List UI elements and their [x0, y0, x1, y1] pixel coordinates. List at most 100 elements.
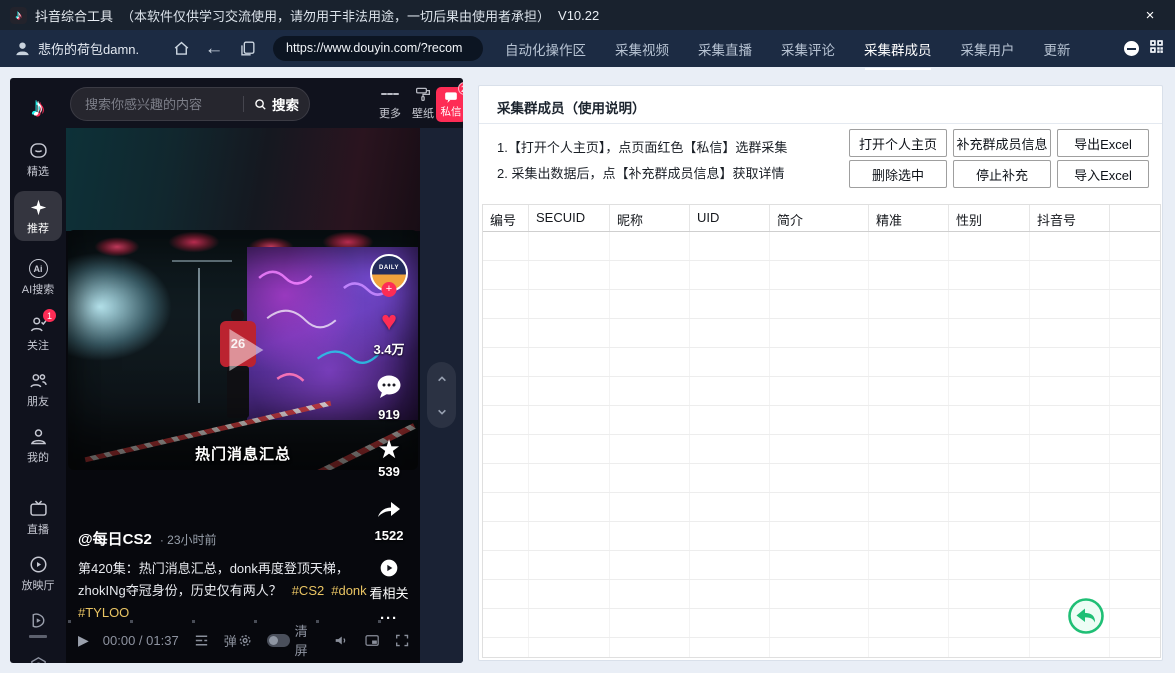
clear-screen-toggle[interactable]: 清屏	[267, 621, 319, 659]
chevron-down-icon[interactable]	[434, 404, 450, 420]
table-cell	[483, 609, 529, 637]
pip-icon[interactable]	[364, 632, 380, 649]
messages-button[interactable]: 21 私信	[436, 87, 463, 122]
minimize-icon[interactable]	[1124, 41, 1139, 56]
import-excel-button[interactable]: 导入Excel	[1057, 160, 1149, 188]
column-header[interactable]: SECUID	[529, 205, 610, 231]
column-header[interactable]: 编号	[483, 205, 529, 231]
follow-plus-icon[interactable]: +	[382, 282, 397, 297]
tab-collect-comments[interactable]: 采集评论	[781, 34, 835, 64]
table-row[interactable]	[483, 551, 1160, 580]
tv-icon	[28, 498, 49, 519]
table-cell	[1110, 609, 1160, 637]
sidebar-item-live[interactable]: 直播	[14, 498, 62, 537]
like-heart-icon[interactable]: ♥	[381, 306, 397, 337]
table-row[interactable]	[483, 319, 1160, 348]
delete-selected-button[interactable]: 删除选中	[849, 160, 947, 188]
sidebar-item-friends[interactable]: 朋友	[14, 370, 62, 409]
search-input[interactable]	[85, 97, 234, 112]
sidebar-item-mini-app[interactable]	[14, 610, 62, 638]
table-row[interactable]	[483, 580, 1160, 609]
search-divider	[243, 96, 244, 112]
open-profile-button[interactable]: 打开个人主页	[849, 129, 947, 157]
table-cell	[610, 377, 690, 405]
hashtag[interactable]: #donk	[331, 583, 366, 598]
tab-collect-users[interactable]: 采集用户	[961, 34, 1015, 64]
column-header[interactable]: 昵称	[610, 205, 690, 231]
playlist-icon[interactable]	[193, 632, 210, 649]
address-bar[interactable]: https://www.douyin.com/?recom	[273, 36, 483, 61]
sidebar-item-recommend[interactable]: 推荐	[14, 191, 62, 241]
chevron-up-icon[interactable]	[434, 371, 450, 387]
settings-gear-icon[interactable]	[237, 632, 253, 649]
table-cell	[610, 609, 690, 637]
table-row[interactable]	[483, 406, 1160, 435]
column-header[interactable]: 性别	[949, 205, 1030, 231]
home-icon[interactable]	[170, 38, 192, 60]
app-disclaimer: （本软件仅供学习交流使用，请勿用于非法用途，一切后果由使用者承担）	[121, 6, 550, 25]
table-row[interactable]	[483, 638, 1160, 658]
column-header[interactable]: 抖音号	[1030, 205, 1110, 231]
hashtag[interactable]: #CS2	[292, 583, 325, 598]
table-row[interactable]	[483, 464, 1160, 493]
table-cell	[1110, 232, 1160, 260]
table-header-row: 编号SECUID昵称UID简介精准性别抖音号	[483, 205, 1160, 232]
sidebar-item-creator[interactable]	[14, 655, 62, 663]
sidebar-item-featured[interactable]: 精选	[14, 140, 62, 179]
tab-collect-live[interactable]: 采集直播	[698, 34, 752, 64]
account-info[interactable]: 悲伤的荷包damn.	[14, 39, 170, 58]
sidebar-item-following[interactable]: 1 关注	[14, 314, 62, 353]
stop-fill-button[interactable]: 停止补充	[953, 160, 1051, 188]
sidebar-item-ai-search[interactable]: Ai AI搜索	[14, 258, 62, 297]
sidebar-item-profile[interactable]: 我的	[14, 426, 62, 465]
sidebar-item-label: 朋友	[27, 393, 49, 409]
qr-code-icon[interactable]	[1148, 38, 1165, 60]
table-cell	[770, 493, 869, 521]
tab-automation[interactable]: 自动化操作区	[505, 34, 586, 64]
table-row[interactable]	[483, 290, 1160, 319]
play-overlay-icon[interactable]	[229, 329, 263, 371]
column-header[interactable]: 精准	[869, 205, 949, 231]
search-button[interactable]: 搜索	[253, 94, 299, 114]
column-header[interactable]: 简介	[770, 205, 869, 231]
share-icon[interactable]	[375, 495, 403, 526]
table-row[interactable]	[483, 377, 1160, 406]
table-row[interactable]	[483, 261, 1160, 290]
nav-right-icons	[1124, 30, 1165, 67]
app-window: ♪ 抖音综合工具 （本软件仅供学习交流使用，请勿用于非法用途，一切后果由使用者承…	[0, 0, 1175, 673]
copy-pages-icon[interactable]	[236, 38, 258, 60]
tab-collect-group-members[interactable]: 采集群成员	[864, 34, 932, 64]
sidebar-item-cinema[interactable]: 放映厅	[14, 554, 62, 593]
author-name[interactable]: @每日CS2	[78, 528, 152, 549]
volume-icon[interactable]	[333, 632, 349, 649]
table-row[interactable]	[483, 493, 1160, 522]
green-back-button[interactable]	[1067, 597, 1105, 635]
favorite-star-icon[interactable]: ★	[377, 436, 400, 462]
video-player[interactable]: 26 热门消息汇总 DAILY + ♥ 3.4万	[66, 128, 420, 663]
toggle-pill	[267, 634, 290, 647]
hashtag[interactable]: #TYLOO	[78, 605, 129, 620]
comment-icon[interactable]	[375, 374, 403, 405]
play-button[interactable]: ▶	[78, 632, 89, 649]
export-excel-button[interactable]: 导出Excel	[1057, 129, 1149, 157]
column-header[interactable]: UID	[690, 205, 770, 231]
table-row[interactable]	[483, 435, 1160, 464]
table-row[interactable]	[483, 232, 1160, 261]
tab-update[interactable]: 更新	[1044, 34, 1071, 64]
table-cell	[1030, 464, 1110, 492]
table-row[interactable]	[483, 522, 1160, 551]
author-avatar[interactable]: DAILY +	[370, 254, 408, 292]
table-cell	[1110, 406, 1160, 434]
table-cell	[1110, 319, 1160, 347]
danmaku-icon[interactable]: 弹	[224, 631, 237, 650]
fill-member-info-button[interactable]: 补充群成员信息	[953, 129, 1051, 157]
table-row[interactable]	[483, 609, 1160, 638]
fullscreen-icon[interactable]	[394, 632, 410, 649]
close-icon[interactable]: ×	[1139, 4, 1161, 26]
table-row[interactable]	[483, 348, 1160, 377]
tab-collect-videos[interactable]: 采集视频	[615, 34, 669, 64]
table-cell	[869, 609, 949, 637]
table-cell	[1030, 261, 1110, 289]
back-icon[interactable]: ←	[203, 38, 225, 60]
table-cell	[1030, 493, 1110, 521]
